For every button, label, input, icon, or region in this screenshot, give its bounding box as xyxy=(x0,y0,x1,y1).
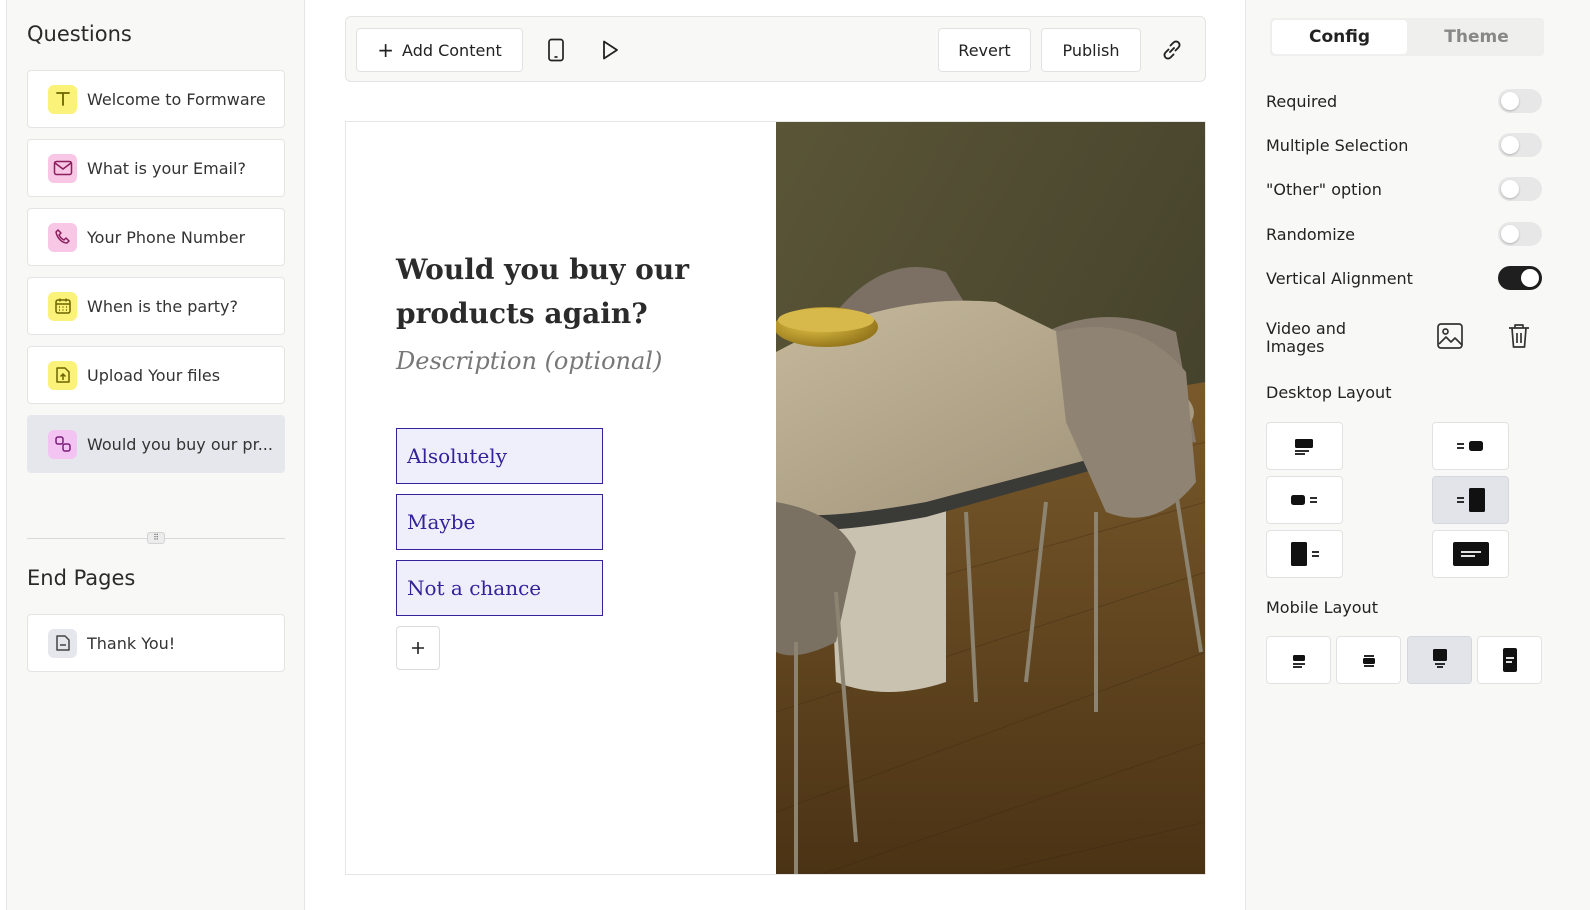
question-item-upload[interactable]: Upload Your files xyxy=(27,346,285,404)
image-icon[interactable] xyxy=(1436,322,1464,354)
publish-button[interactable]: Publish xyxy=(1041,28,1141,72)
question-label: What is your Email? xyxy=(87,158,246,178)
mobile-layout-background-icon[interactable] xyxy=(1477,636,1542,684)
other-option-row: "Other" option xyxy=(1266,177,1542,201)
question-background-image xyxy=(776,122,1205,874)
end-pages-title: End Pages xyxy=(27,566,136,590)
question-title[interactable]: Would you buy our products again? xyxy=(396,248,726,336)
phone-icon xyxy=(48,222,77,252)
play-preview-icon[interactable] xyxy=(590,28,630,72)
randomize-toggle[interactable] xyxy=(1498,222,1542,246)
mobile-preview-icon[interactable] xyxy=(536,28,576,72)
tab-config[interactable]: Config xyxy=(1272,20,1407,54)
mobile-layout-centered-icon[interactable] xyxy=(1336,636,1401,684)
question-item-email[interactable]: What is your Email? xyxy=(27,139,285,197)
vertical-alignment-toggle[interactable] xyxy=(1498,266,1542,290)
question-item-date[interactable]: When is the party? xyxy=(27,277,285,335)
mail-icon xyxy=(48,153,77,183)
question-label: Welcome to Formware xyxy=(87,89,266,109)
form-preview-canvas: Would you buy our products again? Descri… xyxy=(345,121,1206,875)
panel-tabs: Config Theme xyxy=(1270,18,1544,56)
layout-split-left-image-icon[interactable] xyxy=(1266,530,1343,578)
questions-title: Questions xyxy=(27,22,132,46)
choice-option[interactable]: Not a chance xyxy=(396,560,603,616)
questions-sidebar: Questions Welcome to Formware What is yo… xyxy=(6,0,305,910)
trash-icon[interactable] xyxy=(1506,322,1532,354)
other-option-toggle[interactable] xyxy=(1498,177,1542,201)
randomize-row: Randomize xyxy=(1266,222,1542,246)
required-label: Required xyxy=(1266,91,1338,111)
question-item-choice[interactable]: Would you buy our pr... xyxy=(27,415,285,473)
choice-option[interactable]: Alsolutely xyxy=(396,428,603,484)
calendar-icon xyxy=(48,291,77,321)
mobile-layout-image-top-icon[interactable] xyxy=(1407,636,1472,684)
plus-icon: + xyxy=(377,38,395,62)
required-row: Required xyxy=(1266,89,1542,113)
revert-button[interactable]: Revert xyxy=(938,28,1031,72)
mobile-layout-stack-icon[interactable] xyxy=(1266,636,1331,684)
text-icon xyxy=(48,84,77,114)
media-row: Video and Images xyxy=(1266,320,1542,356)
upload-file-icon xyxy=(48,360,77,390)
add-content-label: Add Content xyxy=(402,40,502,60)
question-label: Your Phone Number xyxy=(87,227,246,247)
question-label: Upload Your files xyxy=(87,365,221,385)
plus-icon xyxy=(412,642,424,654)
question-description[interactable]: Description (optional) xyxy=(396,347,662,375)
multiple-selection-label: Multiple Selection xyxy=(1266,135,1409,155)
desktop-layout-title: Desktop Layout xyxy=(1266,383,1392,402)
layout-split-right-image-icon[interactable] xyxy=(1432,476,1509,524)
question-item-welcome[interactable]: Welcome to Formware xyxy=(27,70,285,128)
media-label: Video and Images xyxy=(1266,319,1347,356)
drag-handle-icon[interactable]: ⠿ xyxy=(147,532,165,544)
vertical-alignment-row: Vertical Alignment xyxy=(1266,266,1542,290)
question-label: Would you buy our pr... xyxy=(87,434,273,454)
randomize-label: Randomize xyxy=(1266,224,1355,244)
multiple-selection-toggle[interactable] xyxy=(1498,133,1542,157)
required-toggle[interactable] xyxy=(1498,89,1542,113)
vertical-alignment-label: Vertical Alignment xyxy=(1266,268,1413,288)
multiple-selection-row: Multiple Selection xyxy=(1266,133,1542,157)
layout-stack-icon[interactable] xyxy=(1266,422,1343,470)
question-label: When is the party? xyxy=(87,296,239,316)
end-page-label: Thank You! xyxy=(87,633,176,653)
choice-option[interactable]: Maybe xyxy=(396,494,603,550)
choice-icon xyxy=(48,429,77,459)
layout-text-left-image-icon[interactable] xyxy=(1432,422,1509,470)
question-item-phone[interactable]: Your Phone Number xyxy=(27,208,285,266)
layout-image-left-text-icon[interactable] xyxy=(1266,476,1343,524)
editor-toolbar: + Add Content Revert Publish xyxy=(345,16,1206,82)
properties-panel: Config Theme Required Multiple Selection… xyxy=(1245,0,1590,910)
add-choice-button[interactable] xyxy=(396,626,440,670)
layout-background-image-icon[interactable] xyxy=(1432,530,1509,578)
add-content-button[interactable]: + Add Content xyxy=(356,28,523,72)
tab-theme[interactable]: Theme xyxy=(1409,18,1544,56)
mobile-layout-title: Mobile Layout xyxy=(1266,598,1378,617)
end-page-item-thank-you[interactable]: Thank You! xyxy=(27,614,285,672)
page-icon xyxy=(48,628,77,658)
link-icon[interactable] xyxy=(1152,28,1192,72)
other-option-label: "Other" option xyxy=(1266,179,1382,199)
